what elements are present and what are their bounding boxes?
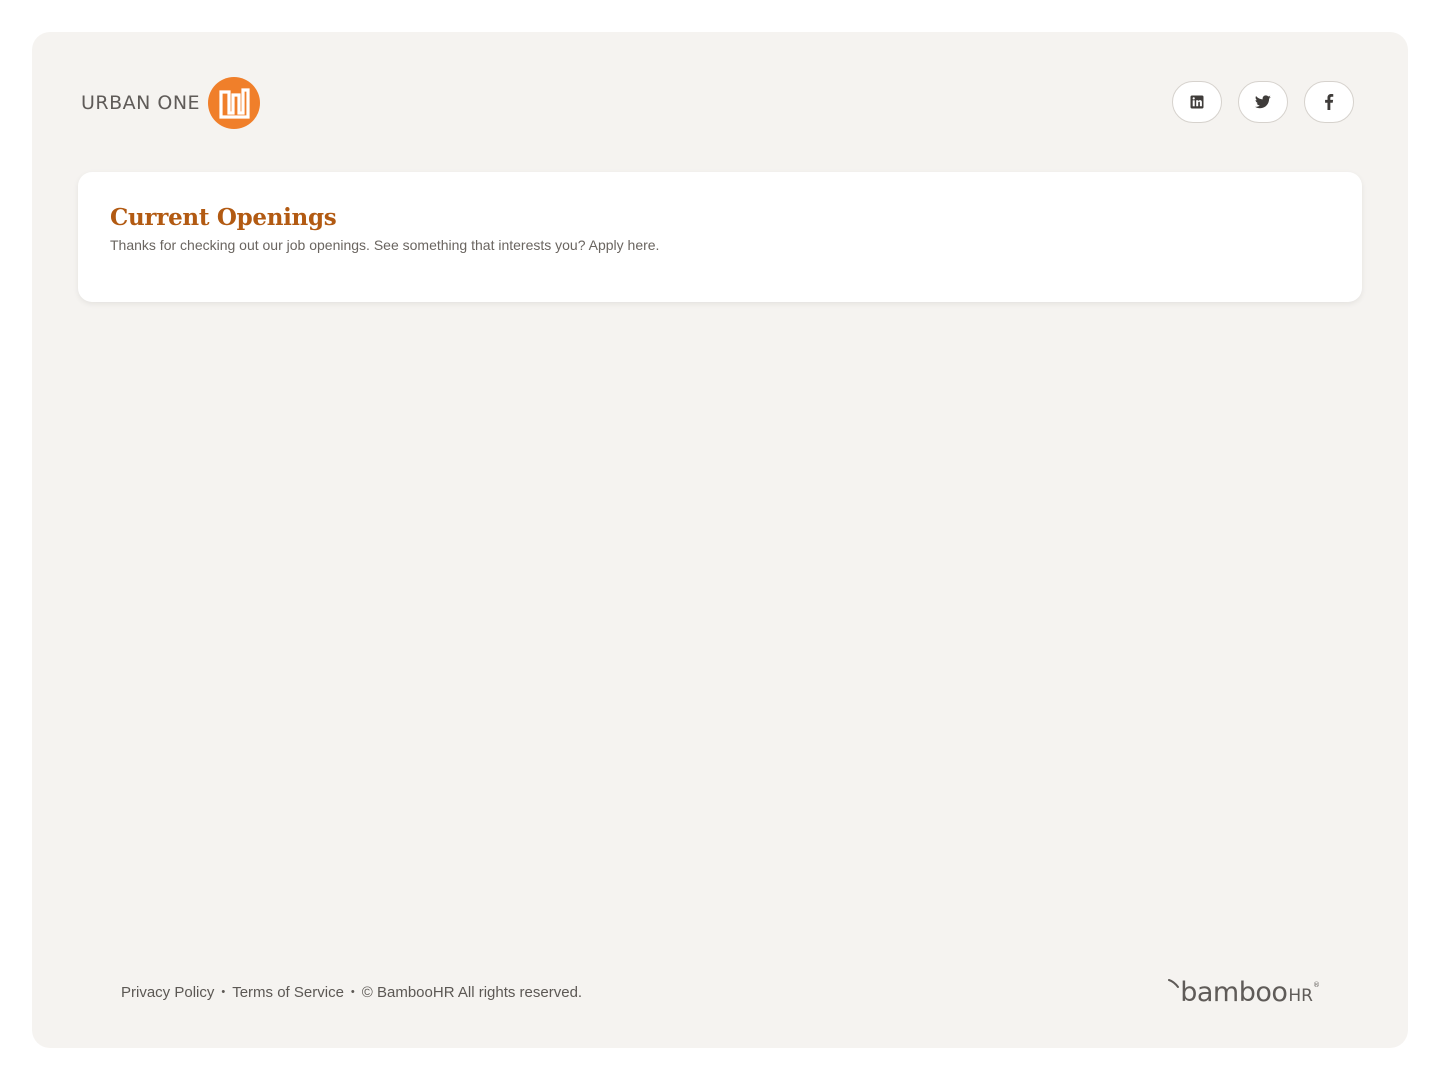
page-frame: URBAN ONE Current Openings Thanks for ch… xyxy=(32,32,1408,1048)
bamboo-hr-wordmark: HR xyxy=(1288,985,1313,1006)
linkedin-button[interactable] xyxy=(1172,81,1222,123)
bamboo-leaf-icon xyxy=(1168,978,1180,988)
bamboohr-logo[interactable]: bamboo HR ® xyxy=(1168,977,1320,1008)
social-links xyxy=(1172,81,1354,123)
trademark-symbol: ® xyxy=(1313,980,1320,989)
twitter-button[interactable] xyxy=(1238,81,1288,123)
openings-subtitle: Thanks for checking out our job openings… xyxy=(110,237,660,253)
footer-links: Privacy Policy • Terms of Service • © Ba… xyxy=(121,984,582,1001)
copyright-text: © BambooHR All rights reserved. xyxy=(361,983,583,1001)
facebook-button[interactable] xyxy=(1304,81,1354,123)
footer: Privacy Policy • Terms of Service • © Ba… xyxy=(121,972,1320,1012)
linkedin-icon xyxy=(1190,95,1204,109)
privacy-policy-link[interactable]: Privacy Policy xyxy=(121,984,214,1001)
terms-of-service-link[interactable]: Terms of Service xyxy=(232,984,344,1001)
company-name: URBAN ONE xyxy=(81,92,201,114)
bamboo-wordmark: bamboo xyxy=(1180,976,1288,1008)
openings-card: Current Openings Thanks for checking out… xyxy=(78,172,1362,302)
urban-one-logo-icon xyxy=(208,77,261,129)
footer-separator: • xyxy=(221,986,226,998)
footer-separator: • xyxy=(350,986,355,998)
twitter-icon xyxy=(1255,95,1271,109)
company-logo[interactable]: URBAN ONE xyxy=(81,76,261,130)
openings-title: Current Openings xyxy=(110,204,337,231)
header: URBAN ONE xyxy=(32,32,1408,172)
facebook-icon xyxy=(1325,94,1334,110)
